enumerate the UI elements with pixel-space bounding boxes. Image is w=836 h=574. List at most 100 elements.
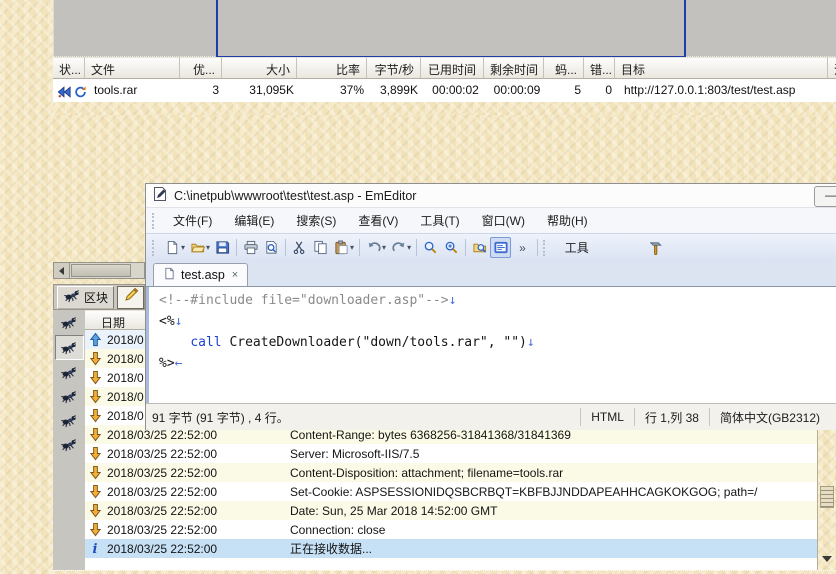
ant-button[interactable] xyxy=(56,385,83,408)
dropdown-arrow-icon[interactable]: ▾ xyxy=(407,243,411,252)
download-header: 状...文件优...大小比率字节/秒已用时间剩余时间蚂...错...目标注... xyxy=(53,57,836,79)
find-icon[interactable] xyxy=(420,237,441,258)
code-editor[interactable]: <!--#include file="downloader.asp"-->↓<%… xyxy=(146,287,836,403)
title-bar[interactable]: C:\inetpub\wwwroot\test\test.asp - EmEdi… xyxy=(146,184,836,207)
log-date: 2018/03/25 22:52:00 xyxy=(105,542,290,556)
find-in-files-icon[interactable] xyxy=(469,237,490,258)
status-segment[interactable]: 行 1,列 38 xyxy=(634,408,709,426)
main-toolbar: ▾▾▾▾▾ » 工具 xyxy=(146,233,836,261)
code-line: <%↓ xyxy=(149,311,836,332)
status-segment[interactable]: HTML xyxy=(580,408,634,426)
log-date: 2018/03/25 22:52:00 xyxy=(105,523,290,537)
tab-blocks[interactable]: 区块 xyxy=(57,286,114,309)
left-triangle-icon xyxy=(59,267,64,275)
down-arrow-icon xyxy=(88,408,103,423)
ant-icon xyxy=(60,436,78,453)
scrollbar-thumb[interactable] xyxy=(71,264,131,277)
tab-close-icon[interactable]: × xyxy=(232,269,238,281)
scrollbar-thumb[interactable] xyxy=(820,486,834,508)
column-header[interactable]: 已用时间 xyxy=(421,57,484,79)
ant-toolbar-strip xyxy=(53,310,86,574)
dropdown-arrow-icon[interactable]: ▾ xyxy=(382,243,386,252)
new-doc-icon[interactable] xyxy=(162,237,183,258)
ant-button[interactable] xyxy=(56,361,83,384)
down-triangle-icon xyxy=(822,556,832,562)
column-header[interactable]: 错... xyxy=(584,57,615,79)
column-header[interactable]: 注... xyxy=(828,57,836,79)
log-message: Server: Microsoft-IIS/7.5 xyxy=(290,447,817,461)
log-row-icon xyxy=(88,370,105,385)
dropdown-arrow-icon[interactable]: ▾ xyxy=(181,243,185,252)
column-header[interactable]: 剩余时间 xyxy=(484,57,544,79)
tab-test-asp[interactable]: test.asp × xyxy=(153,263,248,286)
menu-item[interactable]: 查看(V) xyxy=(347,208,409,233)
download-cell: 31,095K xyxy=(225,79,300,102)
down-arrow-icon xyxy=(88,484,103,499)
toolbar-separator xyxy=(359,239,360,256)
replace-icon[interactable] xyxy=(441,237,462,258)
download-cell xyxy=(53,79,88,102)
toolbar-grip xyxy=(152,213,157,229)
dropdown-arrow-icon[interactable]: ▾ xyxy=(206,243,210,252)
print-preview-icon[interactable] xyxy=(261,237,282,258)
redo-icon[interactable] xyxy=(388,237,409,258)
toolbar-grip xyxy=(543,240,548,256)
toolbar-buttons: ▾ ▾ ▾ ▾ ▾ xyxy=(162,237,511,258)
download-cell: 37% xyxy=(300,79,370,102)
log-date: 2018/03/25 22:52:00 xyxy=(105,485,290,499)
log-row[interactable]: 2018/03/25 22:52:00Content-Disposition: … xyxy=(85,463,817,482)
paste-icon[interactable] xyxy=(331,237,352,258)
ant-button[interactable] xyxy=(56,311,83,334)
log-row[interactable]: 2018/03/25 22:52:00Connection: close xyxy=(85,520,817,539)
scroll-down-arrow[interactable] xyxy=(820,552,834,566)
edit-button[interactable] xyxy=(117,286,144,309)
log-row[interactable]: 2018/03/25 22:52:00Set-Cookie: ASPSESSIO… xyxy=(85,482,817,501)
column-header[interactable]: 文件 xyxy=(85,57,180,79)
log-row-icon xyxy=(88,465,105,480)
save-icon[interactable] xyxy=(212,237,233,258)
column-header[interactable]: 蚂... xyxy=(544,57,584,79)
show-marks-toggle-icon[interactable] xyxy=(490,237,511,258)
copy-icon[interactable] xyxy=(310,237,331,258)
menu-item[interactable]: 窗口(W) xyxy=(471,208,536,233)
log-row[interactable]: i2018/03/25 22:52:00正在接收数据... xyxy=(85,539,817,558)
tab-bar: test.asp × xyxy=(146,261,836,287)
log-row[interactable]: 2018/03/25 22:52:00Date: Sun, 25 Mar 201… xyxy=(85,501,817,520)
minimize-button[interactable]: — xyxy=(814,186,836,207)
open-folder-icon[interactable] xyxy=(187,237,208,258)
column-header[interactable]: 目标 xyxy=(615,57,828,79)
toolbar-separator xyxy=(236,239,237,256)
log-row-icon xyxy=(88,332,105,347)
ant-button[interactable] xyxy=(56,409,83,432)
log-row[interactable]: 2018/03/25 22:52:00Server: Microsoft-IIS… xyxy=(85,444,817,463)
cut-icon[interactable] xyxy=(289,237,310,258)
print-icon[interactable] xyxy=(240,237,261,258)
download-cell: 0 xyxy=(587,79,618,102)
ant-button[interactable] xyxy=(55,335,84,360)
scroll-left-arrow[interactable] xyxy=(54,263,70,278)
status-segment[interactable]: 简体中文(GB2312) xyxy=(709,408,830,426)
column-header[interactable]: 字节/秒 xyxy=(367,57,421,79)
menu-item[interactable]: 搜索(S) xyxy=(285,208,347,233)
ant-icon xyxy=(60,412,78,429)
horizontal-scrollbar[interactable] xyxy=(53,262,145,279)
menu-item[interactable]: 帮助(H) xyxy=(536,208,599,233)
column-header[interactable]: 状... xyxy=(53,57,85,79)
hammer-icon[interactable] xyxy=(645,237,666,258)
refresh-status-icon xyxy=(73,82,88,102)
menu-item[interactable]: 工具(T) xyxy=(409,208,470,233)
undo-icon[interactable] xyxy=(363,237,384,258)
column-header[interactable]: 比率 xyxy=(297,57,367,79)
log-date: 2018/03/25 22:52:00 xyxy=(105,447,290,461)
code-line: call CreateDownloader("down/tools.rar", … xyxy=(149,332,836,353)
column-header[interactable]: 大小 xyxy=(222,57,297,79)
menu-item[interactable]: 文件(F) xyxy=(162,208,223,233)
ant-button[interactable] xyxy=(56,433,83,456)
menu-item[interactable]: 编辑(E) xyxy=(223,208,285,233)
dropdown-arrow-icon[interactable]: ▾ xyxy=(350,243,354,252)
toolbar-separator xyxy=(537,239,538,256)
toolbar-overflow-chevron[interactable]: » xyxy=(519,241,526,255)
column-header[interactable]: 优... xyxy=(180,57,222,79)
log-row-icon xyxy=(88,503,105,518)
download-row[interactable]: tools.rar331,095K37%3,899K00:00:0200:00:… xyxy=(53,79,836,102)
